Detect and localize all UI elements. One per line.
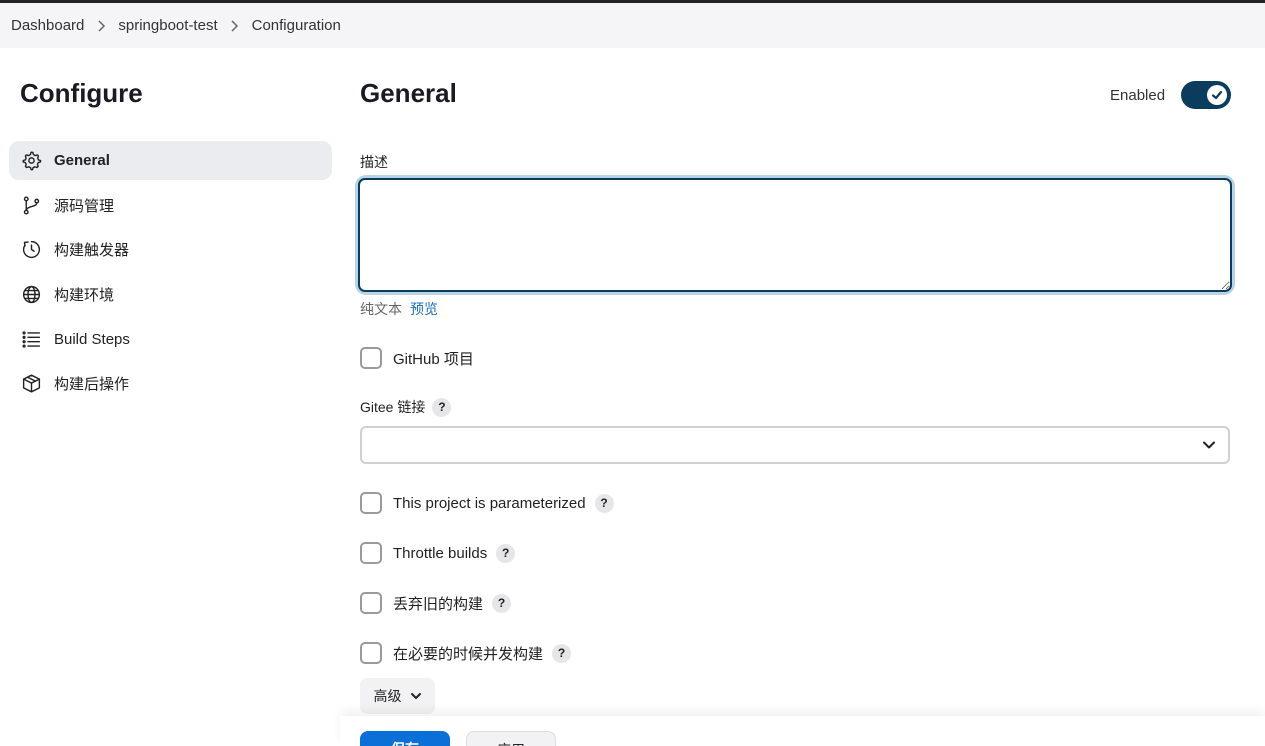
option-row: Throttle builds ? — [360, 542, 516, 564]
globe-icon — [20, 284, 42, 306]
save-button[interactable]: 保存 — [360, 731, 450, 746]
option-row: This project is parameterized ? — [360, 492, 614, 514]
description-format-row: 纯文本 预览 — [360, 299, 438, 319]
sidebar-item-post-build-actions[interactable]: 构建后操作 — [9, 364, 332, 403]
clock-icon — [20, 239, 42, 261]
preview-link[interactable]: 预览 — [410, 299, 438, 319]
breadcrumb: Dashboard springboot-test Configuration — [0, 3, 1265, 48]
help-icon[interactable]: ? — [432, 397, 452, 417]
concurrent-builds-checkbox[interactable] — [360, 642, 382, 664]
list-icon — [20, 328, 42, 350]
sidebar-item-label: 构建环境 — [54, 287, 115, 305]
description-label: 描述 — [360, 154, 388, 170]
breadcrumb-configuration[interactable]: Configuration — [252, 17, 341, 34]
sidebar-item-general[interactable]: General — [9, 141, 332, 180]
help-icon[interactable]: ? — [496, 543, 516, 563]
section-title: General — [360, 78, 457, 108]
throttle-builds-label: Throttle builds — [393, 544, 488, 562]
breadcrumb-project[interactable]: springboot-test — [118, 17, 217, 34]
description-field-wrapper — [358, 178, 1232, 292]
chevron-down-icon — [1203, 441, 1215, 449]
help-icon[interactable]: ? — [594, 493, 614, 513]
parameterized-label: This project is parameterized — [393, 494, 586, 512]
advanced-button[interactable]: 高级 — [360, 678, 435, 714]
chevron-right-icon — [89, 19, 113, 33]
sidebar-item-label: General — [54, 152, 110, 169]
breadcrumb-dashboard[interactable]: Dashboard — [11, 17, 84, 34]
check-icon — [1211, 90, 1223, 100]
branch-icon — [20, 194, 42, 216]
apply-button[interactable]: 应用 — [466, 731, 556, 746]
package-icon — [20, 373, 42, 395]
github-project-label: GitHub 项目 — [393, 350, 474, 368]
throttle-builds-checkbox[interactable] — [360, 542, 382, 564]
advanced-label: 高级 — [373, 688, 402, 704]
concurrent-builds-label: 在必要的时候并发构建 — [393, 645, 544, 663]
chevron-down-icon — [410, 693, 421, 699]
sidebar-nav: General 源码管理 构建触发器 构建环境 Build Steps 构建后操… — [9, 141, 332, 409]
gear-icon — [20, 150, 42, 172]
parameterized-checkbox[interactable] — [360, 492, 382, 514]
help-icon[interactable]: ? — [492, 593, 512, 613]
toggle-knob — [1207, 85, 1228, 105]
option-row: 在必要的时候并发构建 ? — [360, 642, 572, 664]
sidebar-item-label: 源码管理 — [54, 197, 115, 215]
gitee-label: Gitee 链接 — [360, 399, 426, 415]
option-row: 丢弃旧的构建 ? — [360, 592, 512, 614]
sidebar-item-build-environment[interactable]: 构建环境 — [9, 275, 332, 314]
sidebar-item-label: 构建后操作 — [54, 376, 130, 394]
github-project-checkbox[interactable] — [360, 347, 382, 369]
sidebar-item-source-control[interactable]: 源码管理 — [9, 186, 332, 225]
sidebar-item-label: Build Steps — [54, 330, 130, 348]
sidebar-item-label: 构建触发器 — [54, 242, 130, 260]
gitee-connection-select[interactable] — [360, 426, 1230, 464]
sidebar-title: Configure — [20, 78, 143, 108]
format-label: 纯文本 — [360, 301, 402, 317]
enabled-control: Enabled — [1110, 81, 1232, 109]
github-project-row: GitHub 项目 — [360, 347, 474, 369]
discard-old-builds-label: 丢弃旧的构建 — [393, 595, 484, 613]
sidebar-item-build-steps[interactable]: Build Steps — [9, 320, 332, 359]
enabled-toggle[interactable] — [1181, 81, 1232, 109]
help-icon[interactable]: ? — [552, 643, 572, 663]
chevron-right-icon — [223, 19, 247, 33]
enabled-label: Enabled — [1110, 86, 1166, 104]
sidebar-item-build-triggers[interactable]: 构建触发器 — [9, 230, 332, 269]
description-textarea[interactable] — [358, 178, 1232, 292]
discard-old-builds-checkbox[interactable] — [360, 592, 382, 614]
gitee-label-row: Gitee 链接 ? — [360, 397, 452, 417]
